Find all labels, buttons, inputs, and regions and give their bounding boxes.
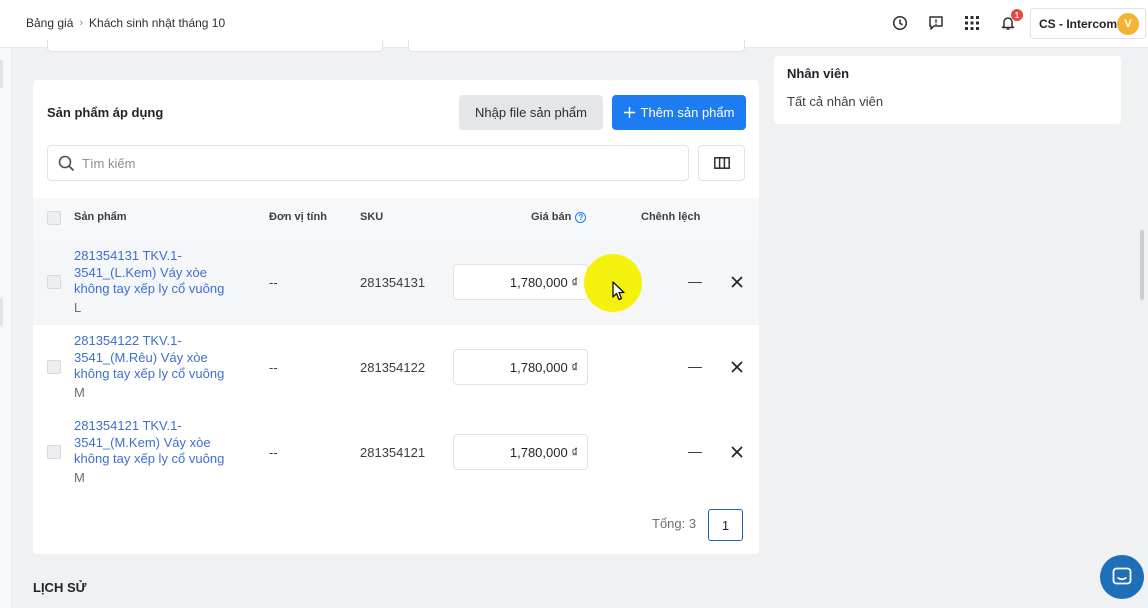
sidebar-marker [0, 298, 3, 326]
staff-value[interactable]: Tất cả nhân viên [787, 94, 883, 109]
column-header-unit: Đơn vị tính [269, 211, 327, 223]
breadcrumb-item-price-list[interactable]: Bảng giá [26, 16, 73, 30]
total-count: Tổng: 3 [652, 516, 697, 531]
product-link[interactable]: 281354121 TKV.1-3541_(M.Kem) Váy xòe khô… [74, 418, 244, 468]
chat-launcher-button[interactable] [1100, 555, 1144, 599]
difference-dash [688, 452, 702, 453]
avatar: V [1117, 13, 1139, 35]
column-header-price: Giá bán? [531, 211, 587, 223]
table-row: 281354131 TKV.1-3541_(L.Kem) Váy xòe khô… [33, 240, 759, 325]
row-checkbox[interactable] [47, 275, 61, 289]
add-product-button[interactable]: Thêm sản phẩm [612, 95, 746, 130]
history-section-title: LỊCH SỬ [33, 580, 87, 595]
breadcrumb-item-current: Khách sinh nhật tháng 10 [89, 16, 226, 30]
unit-cell: -- [269, 275, 278, 290]
search-icon [58, 155, 75, 175]
history-clock-icon[interactable] [890, 13, 910, 33]
sku-cell: 281354131 [360, 275, 426, 290]
column-header-product: Sản phẩm [74, 211, 127, 223]
notification-bell-icon[interactable]: 1 [998, 9, 1023, 33]
sku-cell: 281354121 [360, 445, 426, 460]
search-placeholder: Tìm kiếm [82, 155, 136, 171]
account-name: CS - Intercom [1039, 16, 1118, 31]
unit-cell: -- [269, 445, 278, 460]
table-row: 281354121 TKV.1-3541_(M.Kem) Váy xòe khô… [33, 410, 759, 495]
sku-cell: 281354122 [360, 360, 426, 375]
notification-badge: 1 [1011, 9, 1023, 21]
upper-field[interactable] [408, 40, 745, 52]
table-header: Sản phẩm Đơn vị tính SKU Giá bán? Chênh … [33, 198, 759, 240]
staff-label: Nhân viên [787, 66, 850, 81]
import-products-button[interactable]: Nhập file sản phẩm [459, 95, 603, 130]
row-checkbox[interactable] [47, 445, 61, 459]
product-variant: M [74, 385, 85, 400]
price-input[interactable]: 1,780,000 ₫ [453, 349, 588, 385]
product-link[interactable]: 281354122 TKV.1-3541_(M.Rêu) Váy xòe khô… [74, 333, 244, 383]
add-product-label: Thêm sản phẩm [640, 105, 735, 120]
help-icon[interactable]: ? [575, 212, 587, 223]
card-title: Sản phẩm áp dụng [47, 105, 164, 120]
product-variant: M [74, 470, 85, 485]
mouse-cursor-icon [612, 281, 626, 306]
close-icon[interactable] [730, 275, 744, 289]
column-header-difference: Chênh lệch [641, 211, 701, 223]
product-variant: L [74, 300, 82, 315]
price-input[interactable]: 1,780,000 ₫ [453, 434, 588, 470]
unit-cell: -- [269, 360, 278, 375]
column-header-sku: SKU [360, 211, 384, 223]
price-header-label: Giá bán [531, 211, 572, 223]
close-icon[interactable] [730, 445, 744, 459]
close-icon[interactable] [730, 360, 744, 374]
column-settings-button[interactable] [698, 145, 745, 181]
pagination-page-button[interactable]: 1 [708, 509, 743, 541]
upper-field[interactable] [47, 40, 383, 52]
applied-products-card: Sản phẩm áp dụng Nhập file sản phẩm Thêm… [33, 80, 759, 554]
row-checkbox[interactable] [47, 360, 61, 374]
sidebar-marker [0, 60, 3, 88]
breadcrumb: Bảng giá › Khách sinh nhật tháng 10 [26, 16, 225, 30]
left-sidebar-collapsed [0, 48, 12, 608]
difference-dash [688, 282, 702, 283]
chat-icon [1112, 567, 1132, 585]
staff-card: Nhân viên Tất cả nhân viên [774, 56, 1121, 124]
select-all-checkbox[interactable] [47, 211, 61, 225]
chevron-right-icon: › [79, 17, 84, 29]
page-scrollbar[interactable] [1140, 230, 1144, 300]
difference-dash [688, 367, 702, 368]
feedback-icon[interactable] [926, 13, 946, 33]
price-input[interactable]: 1,780,000 ₫ [453, 264, 588, 300]
product-link[interactable]: 281354131 TKV.1-3541_(L.Kem) Váy xòe khô… [74, 248, 244, 298]
apps-grid-icon[interactable] [962, 13, 982, 33]
account-switcher[interactable]: CS - Intercom V [1030, 8, 1146, 39]
columns-icon [713, 157, 730, 169]
table-row: 281354122 TKV.1-3541_(M.Rêu) Váy xòe khô… [33, 325, 759, 410]
search-input[interactable]: Tìm kiếm [47, 145, 689, 181]
plus-icon [623, 107, 635, 118]
